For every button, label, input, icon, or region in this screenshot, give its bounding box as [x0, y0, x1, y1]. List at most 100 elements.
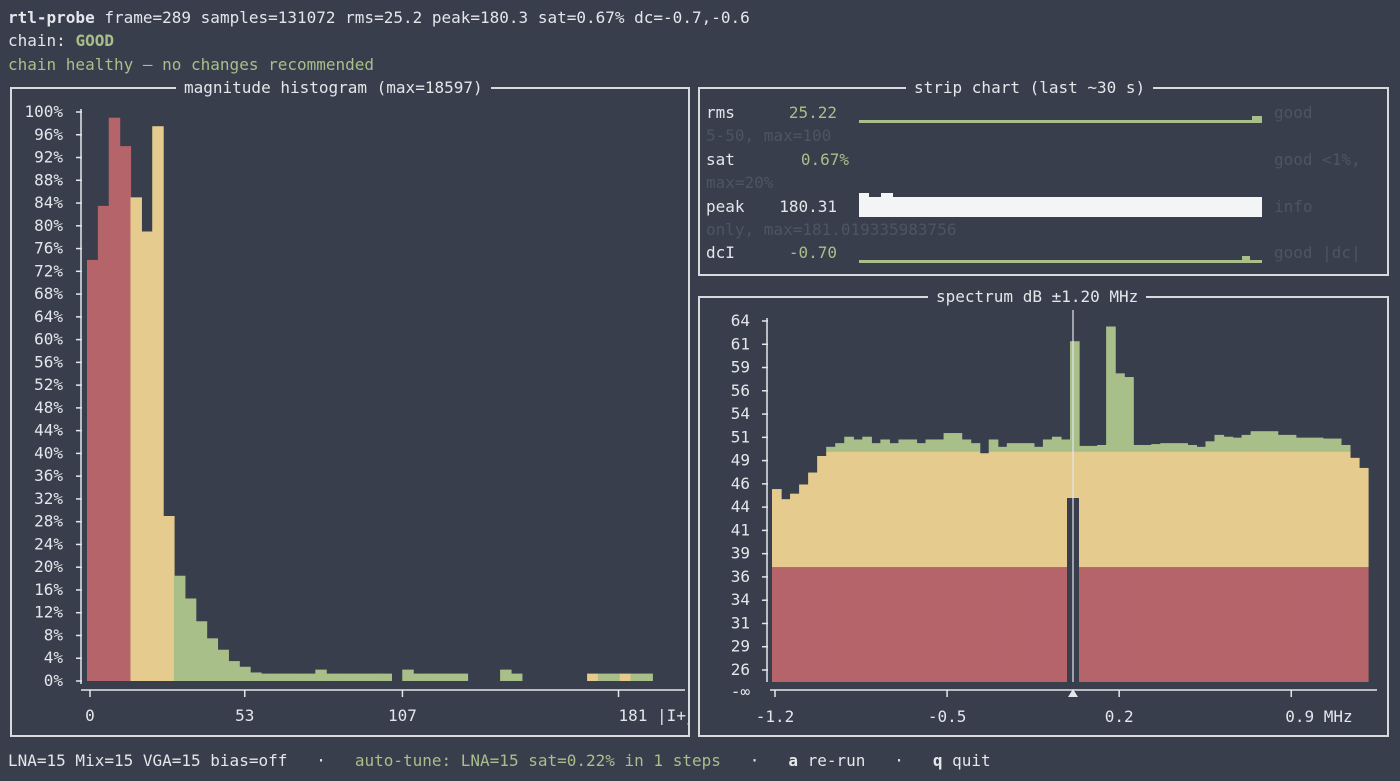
- y-tick-label: 96%: [34, 125, 63, 144]
- gain-settings: LNA=15 Mix=15 VGA=15 bias=off: [8, 751, 288, 770]
- spectrum-bar: [1015, 567, 1026, 682]
- rerun-action[interactable]: a re-run: [788, 751, 865, 770]
- spectrum-bar: [1115, 567, 1125, 682]
- spectrum-bar: [952, 567, 963, 682]
- spectrum-bar: [772, 567, 782, 682]
- histogram-bar: [587, 673, 599, 681]
- y-tick-label: 51: [731, 427, 750, 446]
- spectrum-bar: [1106, 567, 1116, 682]
- spectrum-bar: [1286, 434, 1297, 452]
- histogram-bar: [424, 673, 436, 681]
- spectrum-bar: [1250, 451, 1261, 568]
- histogram-bar: [597, 673, 610, 681]
- spectrum-bar: [1142, 567, 1152, 682]
- spectrum-bar: [1142, 451, 1152, 568]
- quit-key[interactable]: q: [933, 751, 943, 770]
- histogram-bar: [380, 673, 392, 681]
- y-tick-label: 16%: [34, 580, 63, 599]
- spectrum-bar: [889, 451, 900, 568]
- spectrum-bar: [1358, 467, 1369, 568]
- histogram-bar: [282, 673, 295, 681]
- y-tick-label: 80%: [34, 216, 63, 235]
- status-line: rtl-probe frame=289 samples=131072 rms=2…: [8, 7, 750, 29]
- spectrum-bar: [1331, 567, 1342, 682]
- spectrum-bar: [1205, 451, 1216, 568]
- spectrum-bar: [1124, 451, 1134, 568]
- strip-trace-rms: [859, 120, 1252, 123]
- spectrum-bar: [1033, 446, 1044, 452]
- y-tick-label: 61: [731, 334, 750, 353]
- quit-action[interactable]: q quit: [933, 751, 991, 770]
- y-tick-label: 59: [731, 358, 750, 377]
- spectrum-bar: [1088, 567, 1098, 682]
- spectrum-bar: [853, 439, 863, 452]
- spectrum-bar: [1205, 567, 1216, 682]
- spectrum-bar: [1232, 451, 1243, 568]
- spectrum-bar: [1097, 567, 1107, 682]
- histogram-bar: [293, 673, 306, 681]
- spectrum-bar: [1259, 431, 1270, 452]
- spectrum-bar: [889, 443, 900, 452]
- spectrum-bar: [1079, 445, 1089, 452]
- spectrum-bar: [1133, 451, 1143, 568]
- spectrum-bar: [1214, 451, 1225, 568]
- chain-label: chain:: [8, 31, 66, 50]
- chain-value: GOOD: [75, 31, 114, 50]
- spectrum-bar: [1295, 437, 1306, 452]
- spectrum-bar: [1322, 438, 1333, 452]
- spectrum-bar: [925, 439, 936, 452]
- spectrum-bar: [943, 451, 954, 568]
- y-tick-label: 39: [731, 544, 750, 563]
- strip-trace-peak: [859, 197, 1262, 217]
- histogram-bar: [217, 649, 229, 681]
- spectrum-bar: [1151, 567, 1161, 682]
- spectrum-bar: [1133, 567, 1143, 682]
- spectrum-chart: 64 61 59 56 54 51 49 46 44 41 39 36 34 31 29 26 -∞ -1.2 -0…: [731, 310, 1377, 726]
- histogram-bar: [608, 673, 621, 681]
- spectrum-bar: [1268, 567, 1279, 682]
- strip-metric-range: 5-50, max=100: [706, 126, 831, 145]
- spectrum-bar: [1196, 451, 1207, 568]
- strip-metric-name: rms: [706, 103, 735, 122]
- spectrum-bar: [1322, 451, 1333, 568]
- y-tick-label: 28%: [34, 512, 63, 531]
- spectrum-bar: [790, 493, 800, 568]
- spectrum-bar: [961, 439, 972, 452]
- y-tick-label: 8%: [44, 625, 64, 644]
- y-tick-label: 32%: [34, 489, 63, 508]
- x-tick-label: -1.2: [756, 707, 795, 726]
- spectrum-bar: [1124, 567, 1134, 682]
- spectrum-bar: [1223, 567, 1234, 682]
- spectrum-bar: [781, 499, 791, 568]
- histogram-bar: [641, 673, 653, 681]
- spectrum-bar: [1070, 341, 1080, 452]
- spectrum-bar: [1358, 567, 1369, 682]
- spectrum-bar: [1349, 457, 1360, 568]
- strip-trace-peak-history: [859, 193, 869, 198]
- spectrum-bar: [1024, 451, 1035, 568]
- spectrum-bar: [1331, 438, 1342, 452]
- spectrum-bar: [1024, 567, 1035, 682]
- strip-trace-peak-history: [881, 193, 893, 198]
- spectrum-bar: [1232, 567, 1243, 682]
- rerun-key[interactable]: a: [788, 751, 798, 770]
- spectrum-bar: [1259, 451, 1270, 568]
- quit-label[interactable]: quit: [952, 751, 991, 770]
- spectrum-bar: [925, 451, 936, 568]
- spectrum-bar: [1169, 443, 1179, 452]
- y-tick-label: 56%: [34, 352, 63, 371]
- spectrum-bar: [1097, 451, 1107, 568]
- spectrum-bar: [1214, 434, 1225, 452]
- spectrum-bar: [1250, 567, 1261, 682]
- autotune-status: auto-tune: LNA=15 sat=0.22% in 1 steps: [354, 751, 721, 770]
- spectrum-bar: [1250, 431, 1261, 452]
- spectrum-bar: [961, 451, 972, 568]
- rerun-label[interactable]: re-run: [808, 751, 866, 770]
- histogram-bar: [315, 669, 327, 681]
- spectrum-bar: [871, 443, 881, 452]
- spectrum-bar: [1205, 441, 1216, 452]
- spectrum-bar: [988, 439, 999, 452]
- strip-metric-value: 25.22: [789, 103, 837, 122]
- spectrum-bar: [1295, 451, 1306, 568]
- x-tick-label: 107: [388, 706, 417, 725]
